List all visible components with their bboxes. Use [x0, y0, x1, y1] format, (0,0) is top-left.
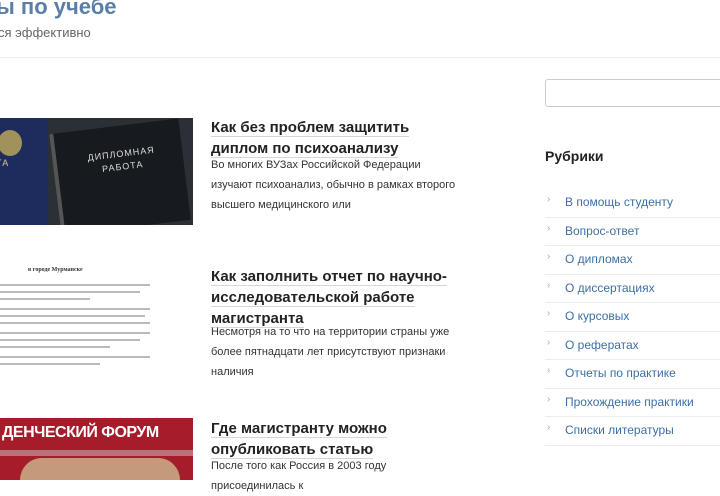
post-thumbnail-report[interactable]: в городе Мурманске [0, 260, 193, 370]
widget-title-categories: Рубрики [545, 148, 604, 164]
category-item[interactable]: › Вопрос-ответ [545, 218, 720, 246]
black-book-text: ДИПЛОМНАЯ РАБОТА [87, 144, 156, 175]
category-item[interactable]: › Отчеты по практике [545, 360, 720, 389]
category-item[interactable]: › О рефератах [545, 332, 720, 360]
chevron-right-icon: › [547, 393, 551, 405]
blue-book-image: ОТА [0, 118, 48, 225]
category-item[interactable]: › О курсовых [545, 303, 720, 332]
chevron-right-icon: › [547, 279, 551, 291]
banner-text: ДЕНЧЕСКИЙ ФОРУМ [2, 424, 159, 441]
category-link[interactable]: О курсовых [565, 309, 629, 323]
doc-line [0, 315, 145, 317]
category-link[interactable]: О дипломах [565, 252, 633, 266]
chevron-right-icon: › [547, 365, 551, 376]
chevron-right-icon: › [547, 222, 551, 234]
banner-photo [20, 458, 180, 480]
category-item[interactable]: › О диссертациях [545, 275, 720, 303]
post-title-3[interactable]: Где магистранту можно опубликовать стать… [211, 418, 456, 460]
category-link[interactable]: О рефератах [565, 338, 639, 352]
category-item[interactable]: › В помощь студенту [545, 189, 720, 218]
doc-heading: в городе Мурманске [28, 267, 83, 273]
doc-line [0, 322, 150, 324]
chevron-right-icon: › [547, 422, 551, 433]
post-thumbnail-diploma[interactable]: ОТА ДИПЛОМНАЯ РАБОТА [0, 118, 193, 225]
doc-line [0, 332, 150, 334]
category-link[interactable]: О диссертациях [565, 281, 655, 295]
chevron-right-icon: › [547, 251, 551, 262]
blue-book-text: ОТА [0, 158, 10, 168]
category-link[interactable]: Прохождение практики [565, 395, 694, 409]
doc-line [0, 284, 150, 286]
category-link[interactable]: Списки литературы [565, 423, 674, 437]
category-link[interactable]: Отчеты по практике [565, 366, 676, 380]
category-item[interactable]: › Прохождение практики [545, 389, 720, 417]
doc-line [0, 356, 150, 358]
doc-line [0, 308, 150, 310]
doc-line [0, 291, 140, 293]
category-link[interactable]: Вопрос-ответ [565, 224, 639, 238]
doc-line [0, 339, 140, 341]
post-excerpt-3: После того как Россия в 2003 году присое… [211, 460, 387, 492]
black-book-image: ДИПЛОМНАЯ РАБОТА [49, 118, 191, 225]
post-thumbnail-forum[interactable]: ДЕНЧЕСКИЙ ФОРУМ [0, 418, 193, 480]
chevron-right-icon: › [547, 336, 551, 348]
post-excerpt-2: Несмотря на то что на территории страны … [211, 326, 450, 378]
chevron-right-icon: › [547, 308, 551, 319]
category-item[interactable]: › Списки литературы [545, 417, 720, 446]
header-divider [0, 57, 720, 58]
site-description: ся эффективно [0, 25, 91, 40]
chevron-right-icon: › [547, 194, 551, 205]
post-excerpt-1: Во многих ВУЗах Российской Федерации изу… [211, 159, 456, 211]
emblem-icon [0, 130, 22, 156]
post-title-2[interactable]: Как заполнить отчет по научно-исследоват… [211, 266, 456, 329]
site-title[interactable]: ы по учебе [0, 0, 117, 20]
banner-stripe [0, 450, 193, 456]
doc-line [0, 346, 110, 348]
doc-line [0, 363, 100, 365]
post-title-1[interactable]: Как без проблем защитить диплом по психо… [211, 117, 456, 159]
category-list: › В помощь студенту › Вопрос-ответ › О дипл… [545, 189, 720, 446]
category-link[interactable]: В помощь студенту [565, 195, 673, 209]
doc-line [0, 298, 90, 300]
search-input[interactable] [545, 79, 720, 107]
category-item[interactable]: › О дипломах [545, 246, 720, 275]
